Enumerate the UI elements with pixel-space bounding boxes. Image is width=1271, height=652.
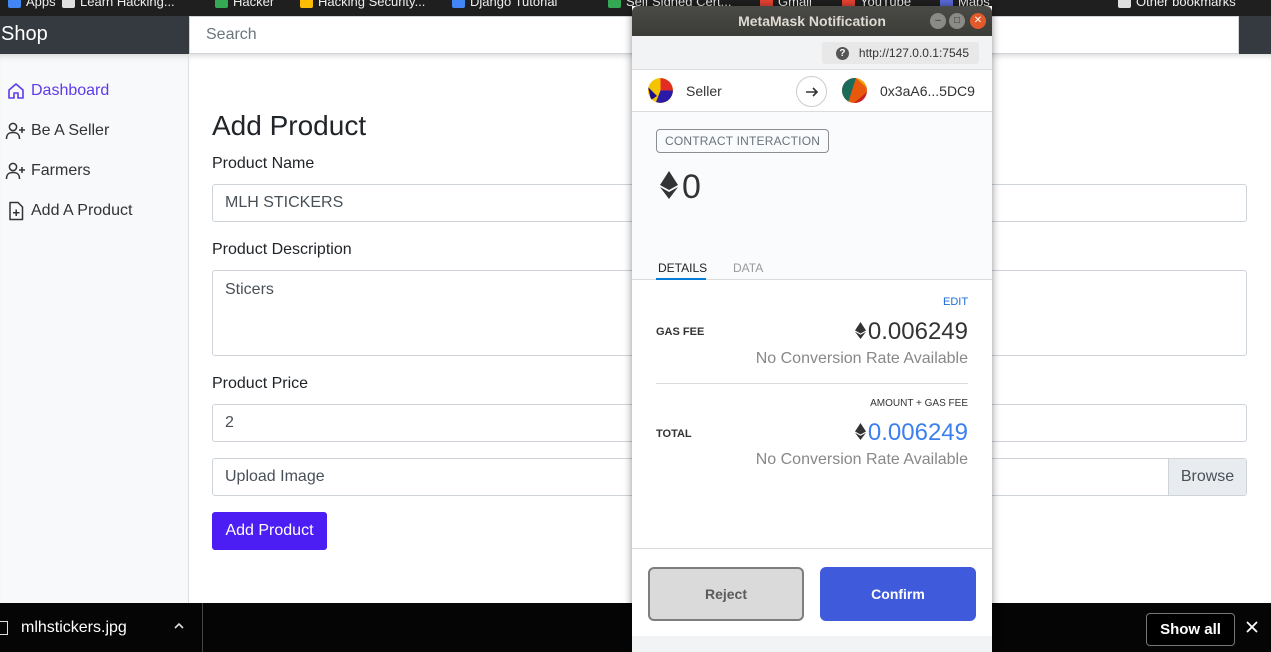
origin-badge: ? http://127.0.0.1:7545 xyxy=(821,42,979,64)
chevron-up-icon[interactable] xyxy=(172,619,186,638)
gas-fee-amount: 0.006249 xyxy=(854,318,968,346)
sidebar-item-farmers[interactable]: Farmers xyxy=(0,156,188,186)
bookmark-item[interactable]: Hacking Security... xyxy=(300,0,425,9)
edit-gas-link[interactable]: EDIT xyxy=(943,296,968,308)
bookmark-icon xyxy=(452,0,465,8)
sidebar-item-label: Farmers xyxy=(31,162,91,179)
bookmark-icon xyxy=(608,0,621,8)
to-account-address: 0x3aA6...5DC9 xyxy=(880,83,975,99)
show-all-button[interactable]: Show all xyxy=(1146,613,1235,646)
close-icon[interactable]: ✕ xyxy=(970,13,986,29)
avatar xyxy=(648,78,673,103)
folder-icon xyxy=(1118,0,1131,8)
bookmark-icon xyxy=(300,0,313,8)
upload-image-label: Upload Image xyxy=(225,468,325,485)
sidebar-item-be-a-seller[interactable]: Be A Seller xyxy=(0,116,188,146)
bookmark-item[interactable]: Django Tutorial xyxy=(452,0,557,9)
sidebar-item-label: Add A Product xyxy=(31,202,133,219)
action-badge: CONTRACT INTERACTION xyxy=(656,129,830,153)
metamask-bottom-strip xyxy=(632,636,992,652)
sidebar: Dashboard Be A Seller Farmers Add A Prod… xyxy=(0,54,189,603)
product-price-label: Product Price xyxy=(212,375,309,392)
eth-icon xyxy=(854,318,866,346)
browse-button[interactable]: Browse xyxy=(1168,459,1246,495)
total-label: TOTAL xyxy=(656,428,692,440)
home-icon xyxy=(3,80,29,102)
sidebar-item-label: Be A Seller xyxy=(31,122,110,139)
eth-icon xyxy=(660,171,678,204)
metamask-window: MetaMask Notification – □ ✕ ? http://127… xyxy=(632,6,992,652)
close-icon[interactable] xyxy=(1244,619,1260,640)
amount-gas-label: AMOUNT + GAS FEE xyxy=(870,398,968,409)
download-file-name: mlhstickers.jpg xyxy=(21,618,127,636)
product-description-label: Product Description xyxy=(212,241,352,258)
avatar xyxy=(842,78,867,103)
transaction-summary: CONTRACT INTERACTION 0 DETAILS DATA xyxy=(632,112,992,280)
help-icon: ? xyxy=(835,46,849,60)
sidebar-item-add-a-product[interactable]: Add A Product xyxy=(0,196,188,226)
page-title: Add Product xyxy=(212,110,367,141)
tab-data[interactable]: DATA xyxy=(733,261,763,275)
from-account-name: Seller xyxy=(686,83,722,99)
divider xyxy=(656,383,968,384)
gas-fee-conversion: No Conversion Rate Available xyxy=(755,350,968,367)
maximize-icon[interactable]: □ xyxy=(949,13,965,29)
total-conversion: No Conversion Rate Available xyxy=(755,451,968,468)
add-product-button[interactable]: Add Product xyxy=(212,512,327,550)
bookmark-icon xyxy=(215,0,228,8)
amount-row: 0 xyxy=(660,168,701,207)
tab-details[interactable]: DETAILS xyxy=(658,261,707,275)
apps-icon xyxy=(8,0,21,8)
bookmark-item[interactable]: Learn Hacking... xyxy=(62,0,175,9)
product-name-label: Product Name xyxy=(212,155,315,172)
person-add-icon xyxy=(3,120,29,142)
file-icon xyxy=(0,620,8,635)
person-add-icon xyxy=(3,160,29,182)
origin-row: ? http://127.0.0.1:7545 xyxy=(632,36,992,70)
transaction-amount: 0 xyxy=(682,168,701,206)
bookmark-item[interactable]: Apps xyxy=(8,0,56,9)
sidebar-item-label: Dashboard xyxy=(31,82,110,99)
arrow-right-icon xyxy=(796,76,827,107)
active-tab-indicator xyxy=(656,278,706,280)
brand-logo[interactable]: Shop xyxy=(1,23,48,46)
bookmark-item[interactable]: Hacker xyxy=(215,0,274,9)
minimize-icon[interactable]: – xyxy=(930,13,946,29)
bookmark-item[interactable]: Other bookmarks xyxy=(1118,0,1236,9)
sidebar-item-dashboard[interactable]: Dashboard xyxy=(0,76,188,106)
metamask-titlebar[interactable]: MetaMask Notification – □ ✕ xyxy=(632,6,992,36)
gas-fee-label: GAS FEE xyxy=(656,326,705,338)
account-row: Seller 0x3aA6...5DC9 xyxy=(632,70,992,112)
eth-icon xyxy=(854,419,866,447)
bookmark-icon xyxy=(62,0,75,8)
reject-button[interactable]: Reject xyxy=(648,567,804,621)
total-value: 0.006249 xyxy=(867,419,968,446)
origin-url: http://127.0.0.1:7545 xyxy=(858,46,969,60)
file-add-icon xyxy=(3,200,29,222)
gas-fee-value: 0.006249 xyxy=(867,318,968,345)
metamask-footer: Reject Confirm xyxy=(632,548,992,636)
total-amount: 0.006249 xyxy=(854,419,968,447)
confirm-button[interactable]: Confirm xyxy=(820,567,976,621)
